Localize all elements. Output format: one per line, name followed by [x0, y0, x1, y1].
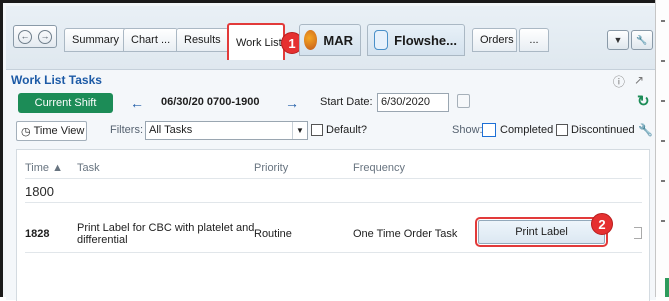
next-shift-arrow-icon[interactable]: → [285, 95, 299, 111]
task-priority: Routine [254, 228, 292, 240]
time-view-button[interactable]: ◷ Time View [16, 121, 87, 141]
tab-chart-label: Chart ... [131, 34, 171, 46]
filters-label: Filters: [110, 124, 143, 136]
sort-ascending-icon: ▲ [52, 162, 63, 174]
tab-summary[interactable]: Summary [64, 28, 128, 52]
expand-icon[interactable]: ↗ [634, 73, 644, 90]
tab-work-list[interactable]: Work List [227, 23, 285, 60]
current-shift-button[interactable]: Current Shift [18, 93, 113, 113]
panel-corner-icons: ⓘ ↗ [613, 73, 644, 90]
start-date-input[interactable]: 6/30/2020 [377, 93, 449, 112]
tab-flowsheet-label: Flowshe... [394, 32, 457, 48]
mar-pill-icon [304, 30, 318, 50]
tab-more[interactable]: ... [519, 28, 549, 52]
tab-orders-label: Orders [480, 34, 514, 46]
panel-title: Work List Tasks [11, 73, 102, 87]
tab-summary-label: Summary [72, 34, 120, 46]
window-frame: ← → Summary Chart ... Results Work List … [0, 0, 663, 301]
default-checkbox[interactable] [311, 124, 323, 136]
callout-badge-2: 2 [591, 213, 613, 235]
row-end-bracket [634, 227, 642, 239]
default-label: Default? [326, 124, 367, 136]
discontinued-label: Discontinued [571, 124, 635, 136]
tab-work-list-label: Work List [236, 36, 282, 49]
green-edge-marker [665, 278, 669, 297]
filters-select[interactable]: All Tasks ▼ [145, 121, 308, 140]
tab-chart[interactable]: Chart ... [123, 28, 179, 52]
tab-bar: ← → Summary Chart ... Results Work List … [6, 6, 656, 69]
chevron-down-icon[interactable]: ▼ [292, 122, 307, 139]
tab-dropdown-button[interactable]: ▼ [607, 30, 629, 50]
column-header-priority[interactable]: Priority [254, 162, 288, 174]
flowsheet-icon [374, 30, 389, 50]
wrench-icon[interactable]: 🔧 [638, 123, 653, 137]
previous-shift-arrow-icon[interactable]: ← [130, 95, 144, 111]
completed-checkbox[interactable] [482, 123, 496, 137]
column-header-task[interactable]: Task [77, 162, 100, 174]
wrench-icon: 🔧 [636, 34, 648, 45]
task-time: 1828 [25, 228, 50, 240]
completed-label: Completed [500, 124, 554, 136]
calendar-icon[interactable] [457, 94, 470, 108]
tab-flowsheet[interactable]: Flowshe... [367, 24, 465, 56]
back-forward-button[interactable]: ← → [13, 25, 57, 48]
task-frequency: One Time Order Task [353, 228, 458, 240]
time-view-label: Time View [33, 125, 85, 137]
row-divider [25, 252, 642, 253]
tab-settings-button[interactable]: 🔧 [631, 30, 653, 50]
task-name: Print Label for CBC with platelet and di… [77, 222, 255, 246]
refresh-icon[interactable]: ↻ [637, 92, 650, 110]
forward-arrow-icon[interactable]: → [38, 29, 52, 44]
print-label-button[interactable]: Print Label [475, 217, 608, 247]
column-header-time[interactable]: Time ▲ [25, 162, 63, 174]
column-header-frequency[interactable]: Frequency [353, 162, 405, 174]
back-arrow-icon[interactable]: ← [18, 29, 32, 44]
right-edge-strip [655, 0, 669, 297]
task-table: Time ▲ Task Priority Frequency 1800 1828… [16, 149, 650, 301]
tab-orders[interactable]: Orders [472, 28, 517, 52]
tab-mar[interactable]: MAR [299, 24, 361, 56]
help-icon[interactable]: ⓘ [613, 73, 625, 90]
tab-more-label: ... [529, 34, 539, 46]
work-list-panel: Work List Tasks ⓘ ↗ Current Shift ← 06/3… [6, 69, 656, 301]
start-date-label: Start Date: [320, 96, 373, 108]
show-label: Show: [452, 124, 483, 136]
time-group-label: 1800 [25, 184, 54, 199]
tab-results-label: Results [184, 34, 221, 46]
group-divider [25, 202, 642, 203]
clock-icon: ◷ [21, 125, 31, 138]
discontinued-checkbox[interactable] [556, 124, 568, 136]
shift-range: 06/30/20 0700-1900 [161, 96, 260, 108]
tab-results[interactable]: Results [176, 28, 229, 52]
filters-value: All Tasks [149, 124, 193, 136]
header-divider [25, 178, 642, 179]
tab-mar-label: MAR [323, 32, 353, 48]
